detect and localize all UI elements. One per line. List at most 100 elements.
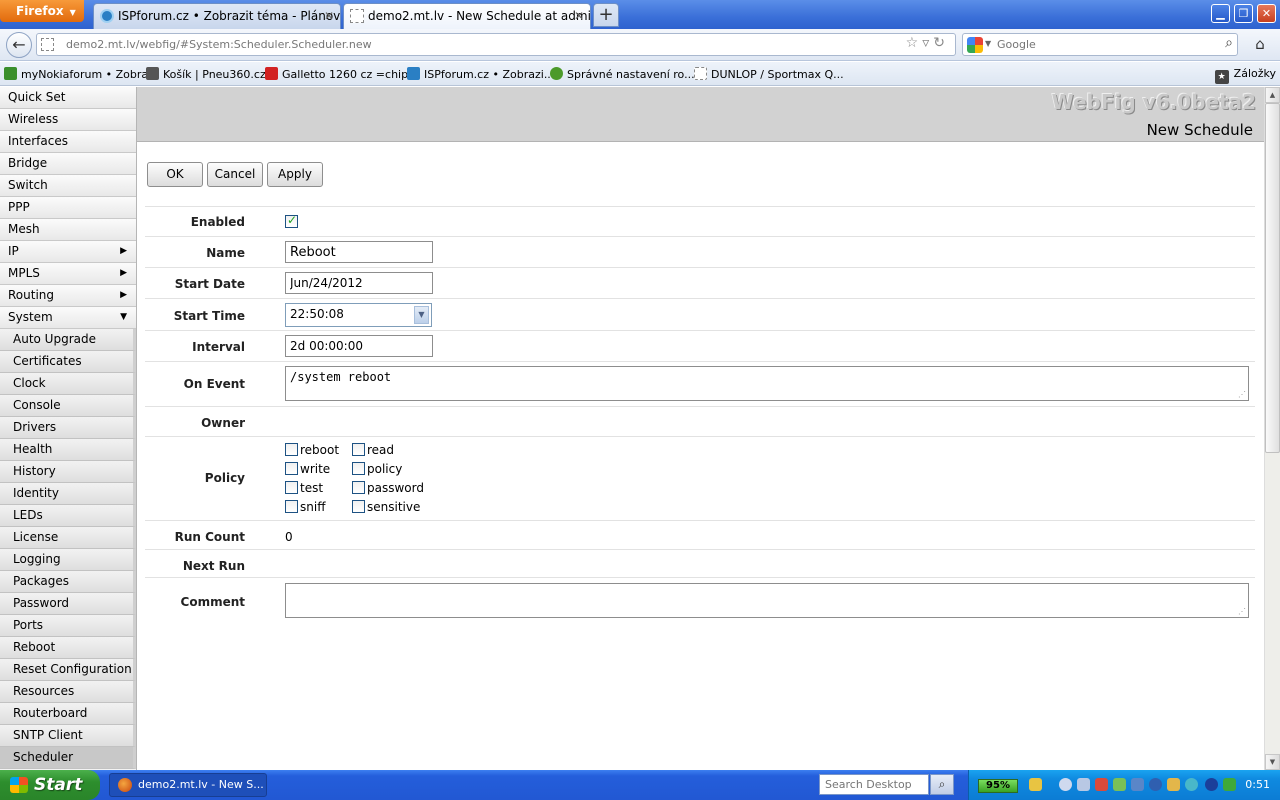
bookmark-star-icon[interactable]: ☆ — [906, 35, 923, 51]
interval-field[interactable] — [285, 335, 433, 357]
firefox-menu-button[interactable]: Firefox ▼ — [0, 0, 84, 22]
sidebar-item-wireless[interactable]: Wireless — [0, 109, 136, 131]
policy-password-checkbox[interactable] — [352, 481, 365, 494]
sidebar-item-mesh[interactable]: Mesh — [0, 219, 136, 241]
desktop-search-input[interactable] — [819, 774, 929, 795]
sidebar-item-switch[interactable]: Switch — [0, 175, 136, 197]
tab-close-icon[interactable]: ✕ — [324, 4, 334, 28]
history-dropdown-icon[interactable]: ▿ — [922, 35, 933, 51]
sidebar-subitem-logging[interactable]: Logging — [0, 549, 136, 571]
sidebar-subitem-auto-upgrade[interactable]: Auto Upgrade — [0, 329, 136, 351]
sidebar-subitem-sntp-client[interactable]: SNTP Client — [0, 725, 136, 747]
sidebar-subitem-ports[interactable]: Ports — [0, 615, 136, 637]
policy-reboot-checkbox[interactable] — [285, 443, 298, 456]
scrollbar-thumb[interactable] — [1265, 103, 1280, 453]
bookmark-dunlop[interactable]: DUNLOP / Sportmax Q... — [694, 67, 844, 81]
comment-field[interactable]: ⋰ — [285, 583, 1249, 618]
engine-dropdown-icon[interactable]: ▼ — [985, 39, 991, 48]
tab-ispforum[interactable]: ISPforum.cz • Zobrazit téma - Plánovaný … — [93, 3, 341, 29]
minimize-button[interactable]: ▁ — [1211, 4, 1230, 23]
start-time-select[interactable]: 22:50:08 ▼ — [285, 303, 432, 327]
resize-grip-icon[interactable]: ⋰ — [1238, 607, 1246, 616]
sidebar-item-quick-set[interactable]: Quick Set — [0, 87, 136, 109]
back-circle-icon[interactable] — [1059, 778, 1072, 791]
policy-write-checkbox[interactable] — [285, 462, 298, 475]
scroll-up-arrow-icon[interactable]: ▲ — [1265, 87, 1280, 103]
sidebar-item-interfaces[interactable]: Interfaces — [0, 131, 136, 153]
globe-icon[interactable] — [1185, 778, 1198, 791]
desktop-search-button[interactable]: ⌕ — [930, 774, 954, 795]
sidebar-item-bridge[interactable]: Bridge — [0, 153, 136, 175]
sidebar-subitem-health[interactable]: Health — [0, 439, 136, 461]
sidebar-subitem-identity[interactable]: Identity — [0, 483, 136, 505]
sidebar-subitem-packages[interactable]: Packages — [0, 571, 136, 593]
bookmarks-menu-button[interactable]: ★ Záložky — [1214, 67, 1276, 84]
battery-icon[interactable] — [1223, 778, 1236, 791]
policy-sensitive-checkbox[interactable] — [352, 500, 365, 513]
sidebar-subitem-console[interactable]: Console — [0, 395, 136, 417]
new-tab-button[interactable]: + — [593, 3, 619, 27]
chevron-down-icon[interactable]: ▼ — [414, 306, 429, 324]
tab-close-icon[interactable]: ✕ — [574, 4, 584, 28]
scroll-down-arrow-icon[interactable]: ▼ — [1265, 754, 1280, 770]
magnifier-icon[interactable] — [1077, 778, 1090, 791]
policy-sniff-checkbox[interactable] — [285, 500, 298, 513]
reload-icon[interactable]: ↻ — [933, 35, 949, 51]
bookmark-spravne-nastaveni[interactable]: Správné nastavení ro... — [550, 67, 695, 81]
sidebar-subitem-reset-configuration[interactable]: Reset Configuration — [0, 659, 136, 681]
home-button[interactable]: ⌂ — [1248, 33, 1272, 55]
sidebar-item-ppp[interactable]: PPP — [0, 197, 136, 219]
sidebar-item-ip[interactable]: IP ▶ — [0, 241, 136, 263]
bookmark-galletto[interactable]: Galletto 1260 cz =chip... — [265, 67, 419, 81]
monitor-icon[interactable] — [1131, 778, 1144, 791]
start-date-field[interactable] — [285, 272, 433, 294]
sidebar-item-routing[interactable]: Routing ▶ — [0, 285, 136, 307]
taskbar-firefox-window[interactable]: demo2.mt.lv - New S... — [109, 773, 267, 797]
search-input[interactable] — [997, 36, 1207, 53]
site-identity-icon[interactable] — [41, 38, 54, 51]
sidebar-subitem-reboot[interactable]: Reboot — [0, 637, 136, 659]
battery-indicator[interactable]: 95% — [978, 779, 1018, 793]
maximize-button[interactable]: ❐ — [1234, 4, 1253, 23]
back-button[interactable]: ← — [6, 32, 32, 58]
lock-icon[interactable] — [1029, 778, 1042, 791]
resize-grip-icon[interactable]: ⋰ — [1238, 390, 1246, 399]
wireless-icon[interactable] — [1113, 778, 1126, 791]
search-bar[interactable]: ▼ ⌕ — [962, 33, 1238, 56]
url-text[interactable]: demo2.mt.lv/webfig/#System:Scheduler.Sch… — [66, 38, 372, 51]
bookmark-ispforum[interactable]: ISPforum.cz • Zobrazi... — [407, 67, 554, 81]
enabled-checkbox[interactable] — [285, 213, 298, 228]
policy-policy-checkbox[interactable] — [352, 462, 365, 475]
sidebar-subitem-license[interactable]: License — [0, 527, 136, 549]
name-field[interactable] — [285, 241, 433, 263]
policy-read-checkbox[interactable] — [352, 443, 365, 456]
sidebar-subitem-scheduler[interactable]: Scheduler — [0, 747, 136, 769]
sidebar-subitem-routerboard[interactable]: Routerboard — [0, 703, 136, 725]
sidebar-subitem-leds[interactable]: LEDs — [0, 505, 136, 527]
ok-button[interactable]: OK — [147, 162, 203, 187]
apply-button[interactable]: Apply — [267, 162, 323, 187]
start-button[interactable]: Start — [0, 770, 100, 800]
users-icon[interactable] — [1167, 778, 1180, 791]
c-circle-icon[interactable] — [1149, 778, 1162, 791]
sidebar-subitem-resources[interactable]: Resources — [0, 681, 136, 703]
sidebar-subitem-password[interactable]: Password — [0, 593, 136, 615]
bookmark-pneu360[interactable]: Košík | Pneu360.cz — [146, 67, 266, 81]
google-engine-icon[interactable] — [967, 37, 983, 53]
cancel-button[interactable]: Cancel — [207, 162, 263, 187]
sidebar-subitem-certificates[interactable]: Certificates — [0, 351, 136, 373]
search-icon[interactable]: ⌕ — [1225, 35, 1233, 51]
close-window-button[interactable]: ✕ — [1257, 4, 1276, 23]
bookmark-mynokiaforum[interactable]: myNokiaforum • Zobra... — [4, 67, 159, 81]
sidebar-subitem-drivers[interactable]: Drivers — [0, 417, 136, 439]
on-event-script-field[interactable]: /system reboot ⋰ — [285, 366, 1249, 401]
network-error-icon[interactable] — [1095, 778, 1108, 791]
bluetooth-icon[interactable] — [1205, 778, 1218, 791]
url-bar[interactable]: demo2.mt.lv/webfig/#System:Scheduler.Sch… — [36, 33, 956, 56]
sidebar-subitem-history[interactable]: History — [0, 461, 136, 483]
policy-test-checkbox[interactable] — [285, 481, 298, 494]
tab-new-schedule[interactable]: demo2.mt.lv - New Schedule at admin@d...… — [343, 3, 591, 29]
vertical-scrollbar[interactable]: ▲ ▼ — [1264, 87, 1280, 770]
sidebar-subitem-clock[interactable]: Clock — [0, 373, 136, 395]
sidebar-item-mpls[interactable]: MPLS ▶ — [0, 263, 136, 285]
